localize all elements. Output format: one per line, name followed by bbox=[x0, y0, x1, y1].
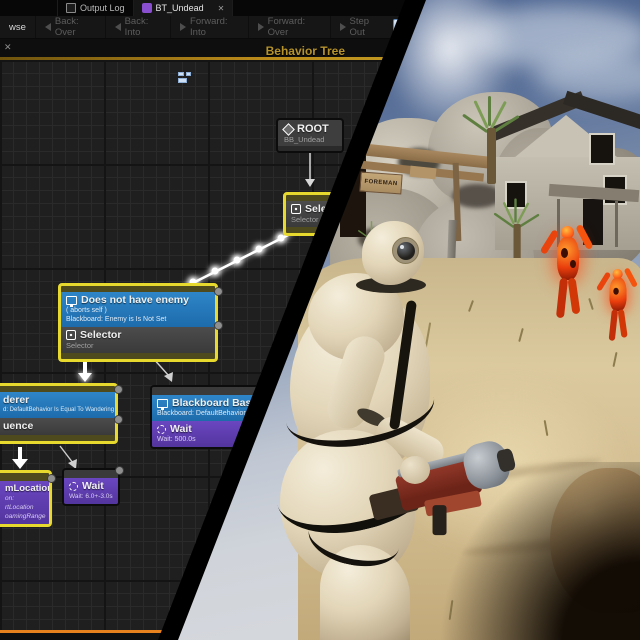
porch-post bbox=[615, 201, 618, 247]
step-out-button[interactable]: Step Out bbox=[331, 16, 391, 38]
close-tab-icon[interactable]: ✕ bbox=[218, 4, 225, 13]
debug-toolbar: wse Back: Over Back: Into Forward: Into … bbox=[0, 16, 420, 39]
back-over-icon bbox=[45, 23, 51, 31]
back-into-button[interactable]: Back: Into bbox=[106, 16, 171, 38]
tab-label: Output Log bbox=[80, 3, 125, 13]
node-wanderer[interactable]: derer d: DefaultBehavior Is Equal To Wan… bbox=[0, 383, 118, 444]
node-pin[interactable] bbox=[114, 385, 123, 394]
forward-over-icon bbox=[258, 23, 264, 31]
attic-window bbox=[589, 133, 615, 165]
forward-over-button[interactable]: Forward: Over bbox=[249, 16, 331, 38]
back-over-button[interactable]: Back: Over bbox=[36, 16, 106, 38]
yucca-trunk bbox=[487, 128, 496, 184]
sign-plank bbox=[409, 166, 436, 180]
node-pin[interactable] bbox=[47, 474, 56, 483]
browse-button[interactable]: wse bbox=[0, 16, 36, 38]
node-random-location[interactable]: mLocation on: rtLocation oamingRange bbox=[0, 470, 52, 527]
screenshot-root: FOREMAN bbox=[0, 0, 640, 640]
step-out-icon bbox=[340, 23, 346, 31]
node-wait[interactable]: Wait Wait: 6.0+-3.0s bbox=[62, 468, 120, 506]
node-pin[interactable] bbox=[214, 287, 223, 296]
close-icon[interactable]: ✕ bbox=[4, 42, 12, 53]
node-pin[interactable] bbox=[114, 415, 123, 424]
tab-output-log[interactable]: Output Log bbox=[58, 0, 134, 16]
node-pin[interactable] bbox=[214, 321, 223, 330]
graph-title: Behavior Tree bbox=[215, 44, 345, 58]
forward-into-button[interactable]: Forward: Into bbox=[171, 16, 249, 38]
weapon-grip bbox=[433, 505, 447, 535]
decorator-icon bbox=[66, 296, 77, 305]
tab-label: BT_Undead bbox=[156, 3, 204, 13]
enemy-character bbox=[602, 269, 633, 347]
robot-hand bbox=[400, 456, 430, 484]
enemy-torso bbox=[557, 237, 579, 280]
lens-highlight bbox=[400, 245, 404, 249]
decorator-icon bbox=[157, 399, 168, 408]
tab-partial[interactable] bbox=[0, 0, 58, 16]
output-log-icon bbox=[66, 3, 76, 13]
forward-into-icon bbox=[180, 23, 186, 31]
node-root[interactable]: ROOT BB_Undead bbox=[276, 118, 344, 153]
selector-icon bbox=[291, 204, 301, 214]
back-into-icon bbox=[115, 23, 121, 31]
node-does-not-have-enemy[interactable]: Does not have enemy ( aborts self ) Blac… bbox=[58, 283, 218, 362]
node-pin[interactable] bbox=[115, 466, 124, 475]
tab-bar: Output Log BT_Undead ✕ bbox=[0, 0, 420, 16]
bt-asset-icon bbox=[142, 3, 152, 13]
selector-icon bbox=[66, 330, 76, 340]
graph-strip: ✕ bbox=[0, 39, 420, 57]
root-icon bbox=[282, 123, 295, 136]
yucca-plant bbox=[462, 88, 517, 188]
enemy-character bbox=[548, 226, 588, 326]
tab-bt-undead[interactable]: BT_Undead ✕ bbox=[134, 0, 234, 16]
foreman-sign: FOREMAN bbox=[359, 172, 402, 195]
wait-icon bbox=[157, 425, 166, 434]
wait-icon bbox=[69, 482, 78, 491]
